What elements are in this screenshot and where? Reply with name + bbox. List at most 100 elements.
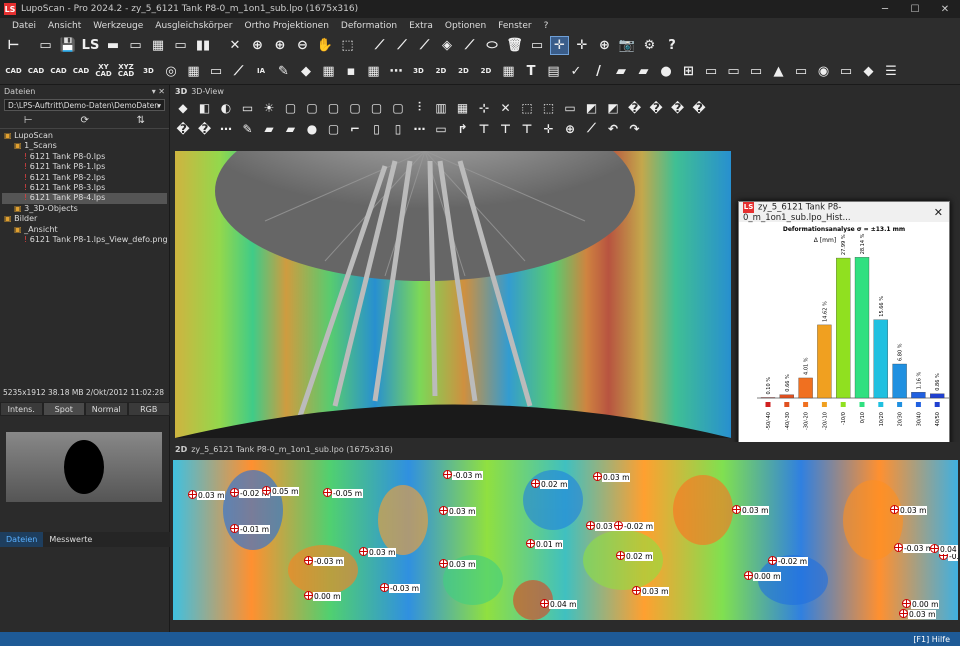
toolbar1-icon-3[interactable]: LS — [81, 36, 100, 55]
measure-marker-icon[interactable] — [359, 547, 368, 556]
toolbar1-icon-20[interactable]: ⬭ — [483, 36, 502, 55]
view3d-tool2-6[interactable]: ● — [303, 120, 321, 138]
view3d-tool2-12[interactable]: ▭ — [432, 120, 450, 138]
toolbar1-icon-19[interactable]: ⟋ — [460, 36, 479, 55]
view3d-tool-12[interactable]: ▥ — [432, 99, 450, 117]
measure-marker-icon[interactable] — [230, 488, 239, 497]
toolbar1-icon-8[interactable]: ▮▮ — [194, 36, 213, 55]
view3d-tool2-16[interactable]: ⊤ — [518, 120, 536, 138]
toolbar2-icon-19[interactable]: 2D — [432, 62, 451, 81]
toolbar1-icon-6[interactable]: ▦ — [149, 36, 168, 55]
measure-marker-icon[interactable] — [614, 521, 623, 530]
menu-3[interactable]: Ausgleichskörper — [149, 21, 238, 31]
measure-marker-icon[interactable] — [586, 521, 595, 530]
toolbar1-icon-4[interactable]: ▬ — [104, 36, 123, 55]
tree-item[interactable]: ▣ 3_3D-Objects — [2, 204, 167, 214]
toolbar2-icon-2[interactable]: CAD — [49, 62, 68, 81]
view3d-tool2-18[interactable]: ⊕ — [561, 120, 579, 138]
mode-3[interactable]: RGB — [127, 402, 170, 416]
toolbar2-icon-34[interactable]: ▲ — [769, 62, 788, 81]
deformation-map[interactable]: 0.03 m -0.02 m 0.05 m -0.05 m -0.03 m 0.02 m 0… — [173, 460, 958, 620]
toolbar2-icon-26[interactable]: / — [589, 62, 608, 81]
view3d-tool2-13[interactable]: ↱ — [454, 120, 472, 138]
toolbar1-icon-11[interactable]: ⊕ — [271, 36, 290, 55]
view3d-tool-3[interactable]: ▭ — [239, 99, 257, 117]
measure-marker-icon[interactable] — [902, 599, 911, 608]
menu-1[interactable]: Ansicht — [42, 21, 87, 31]
left-tab-1[interactable]: Messwerte — [43, 532, 98, 547]
measure-marker-icon[interactable] — [744, 571, 753, 580]
3d-scene[interactable] — [175, 151, 731, 438]
measure-marker-icon[interactable] — [593, 472, 602, 481]
toolbar1-icon-5[interactable]: ▭ — [126, 36, 145, 55]
panel-pin-icon[interactable]: ▾ ✕ — [152, 87, 165, 96]
view3d-tool-7[interactable]: ▢ — [325, 99, 343, 117]
view3d-tool2-3[interactable]: ✎ — [239, 120, 257, 138]
path-select[interactable]: D:\LPS-Auftritt\Demo-Daten\DemoDaten ▾ — [4, 99, 165, 111]
toolbar2-icon-0[interactable]: CAD — [4, 62, 23, 81]
toolbar1-icon-18[interactable]: ◈ — [438, 36, 457, 55]
toolbar1-icon-25[interactable]: ⊕ — [595, 36, 614, 55]
toolbar2-icon-13[interactable]: ◆ — [297, 62, 316, 81]
view3d-tool-24[interactable]: � — [690, 99, 708, 117]
toolbar1-icon-9[interactable]: ✕ — [226, 36, 245, 55]
mode-2[interactable]: Normal — [85, 402, 128, 416]
view3d-tool2-8[interactable]: ⌐ — [346, 120, 364, 138]
view3d-tool2-0[interactable]: � — [174, 120, 192, 138]
toolbar1-icon-14[interactable]: ⬚ — [338, 36, 357, 55]
tree-item[interactable]: ! 6121 Tank P8-1.lps — [2, 162, 167, 172]
toolbar1-icon-24[interactable]: ✛ — [573, 36, 592, 55]
view3d-tool2-1[interactable]: � — [196, 120, 214, 138]
view3d-tool2-10[interactable]: ▯ — [389, 120, 407, 138]
toolbar1-icon-22[interactable]: ▭ — [528, 36, 547, 55]
toolbar2-icon-7[interactable]: ◎ — [162, 62, 181, 81]
toolbar2-icon-10[interactable]: ⟋ — [229, 62, 248, 81]
toolbar2-icon-4[interactable]: XY CAD — [94, 62, 113, 81]
view3d-tool2-11[interactable]: ⋯ — [411, 120, 429, 138]
tree-item[interactable]: ! 6121 Tank P8-3.lps — [2, 183, 167, 193]
view3d-tool-4[interactable]: ☀ — [260, 99, 278, 117]
toolbar2-icon-5[interactable]: XYZ CAD — [117, 62, 136, 81]
toolbar1-icon-23[interactable]: ✛ — [550, 36, 569, 55]
toolbar2-icon-25[interactable]: ✓ — [567, 62, 586, 81]
toolbar2-icon-39[interactable]: ☰ — [882, 62, 901, 81]
view3d-tool2-9[interactable]: ▯ — [368, 120, 386, 138]
measure-marker-icon[interactable] — [930, 544, 939, 553]
toolbar1-icon-21[interactable]: 🗑 — [505, 36, 524, 55]
menu-6[interactable]: Extra — [403, 21, 439, 31]
toolbar1-icon-2[interactable]: 💾 — [59, 36, 78, 55]
mode-1[interactable]: Spot — [42, 402, 85, 416]
toolbar2-icon-33[interactable]: ▭ — [747, 62, 766, 81]
view3d-tool-22[interactable]: � — [647, 99, 665, 117]
measure-marker-icon[interactable] — [304, 556, 313, 565]
measure-marker-icon[interactable] — [540, 599, 549, 608]
toolbar2-icon-14[interactable]: ▦ — [319, 62, 338, 81]
tree-item[interactable]: ! 6121 Tank P8-4.lps — [2, 193, 167, 204]
measure-marker-icon[interactable] — [304, 591, 313, 600]
measure-marker-icon[interactable] — [262, 486, 271, 495]
toolbar2-icon-30[interactable]: ⊞ — [679, 62, 698, 81]
toolbar2-icon-24[interactable]: ▤ — [544, 62, 563, 81]
toolbar2-icon-21[interactable]: 2D — [477, 62, 496, 81]
measure-marker-icon[interactable] — [899, 609, 908, 618]
toolbar2-icon-28[interactable]: ▰ — [634, 62, 653, 81]
toolbar2-icon-22[interactable]: ▦ — [499, 62, 518, 81]
view3d-tool-5[interactable]: ▢ — [282, 99, 300, 117]
toolbar2-icon-8[interactable]: ▦ — [184, 62, 203, 81]
measure-marker-icon[interactable] — [616, 551, 625, 560]
toolbar2-icon-36[interactable]: ◉ — [814, 62, 833, 81]
hist-close-button[interactable]: ✕ — [934, 206, 943, 219]
toolbar2-icon-37[interactable]: ▭ — [837, 62, 856, 81]
toolbar2-icon-31[interactable]: ▭ — [702, 62, 721, 81]
measure-marker-icon[interactable] — [890, 505, 899, 514]
measure-marker-icon[interactable] — [732, 505, 741, 514]
view3d-tool-13[interactable]: ▦ — [454, 99, 472, 117]
minimize-button[interactable]: ─ — [870, 0, 900, 18]
view3d-tool2-15[interactable]: ⊤ — [497, 120, 515, 138]
toolbar1-icon-10[interactable]: ⊕ — [248, 36, 267, 55]
tree-item[interactable]: ▣ LupoScan — [2, 131, 167, 141]
view3d-tool2-19[interactable]: ⟋ — [583, 120, 601, 138]
filter-button[interactable]: ⇅ — [137, 115, 145, 126]
view3d-tool2-14[interactable]: ⊤ — [475, 120, 493, 138]
view3d-tool2-17[interactable]: ✛ — [540, 120, 558, 138]
